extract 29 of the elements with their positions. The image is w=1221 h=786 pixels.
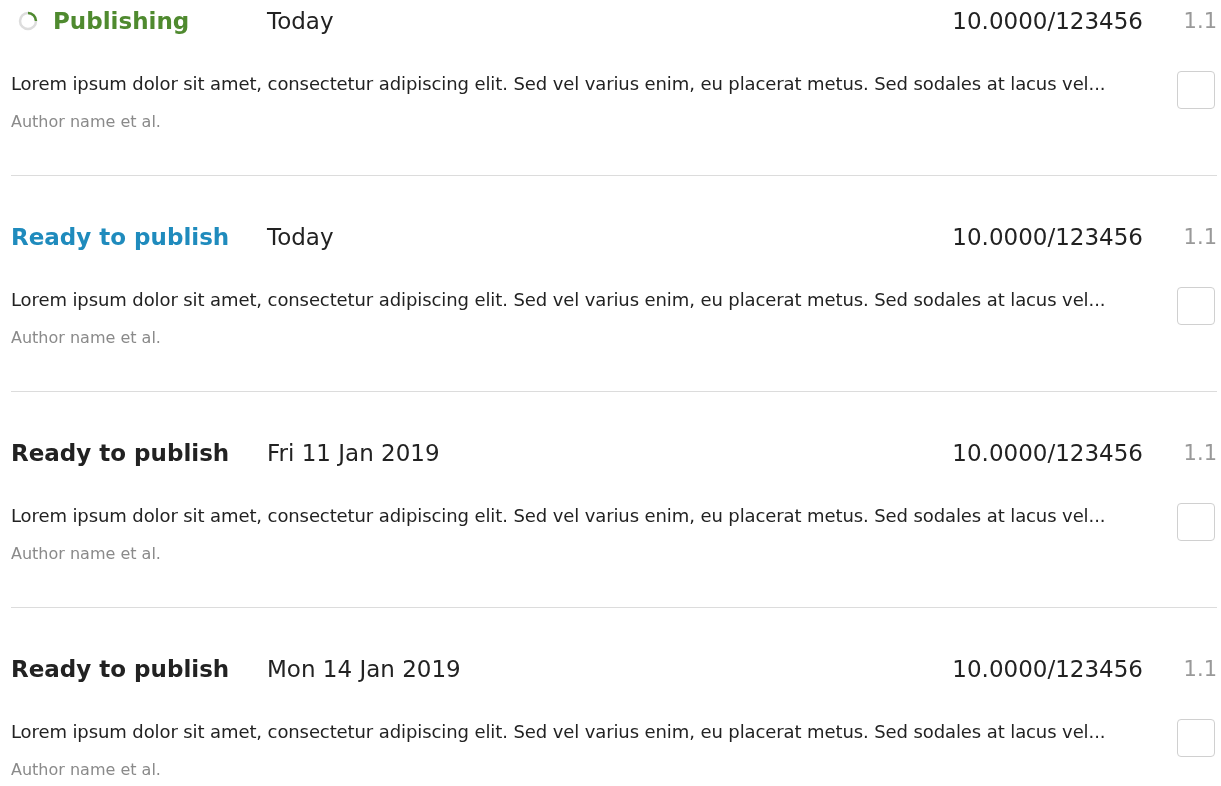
author-text: Author name et al. (11, 762, 162, 778)
checkbox[interactable] (1177, 719, 1215, 757)
spinner-icon (17, 10, 39, 32)
status-label: Publishing (11, 8, 267, 34)
checkbox[interactable] (1177, 503, 1215, 541)
date-text: Today (267, 8, 335, 34)
author-text: Author name et al. (11, 330, 162, 346)
doi-text: 10.0000/123456 (952, 8, 1143, 34)
author-text: Author name et al. (11, 546, 162, 562)
checkbox[interactable] (1177, 71, 1215, 109)
date-text: Mon 14 Jan 2019 (267, 656, 462, 682)
abstract-text: Lorem ipsum dolor sit amet, consectetur adipiscing elit. Sed vel varius enim, eu placerat metus. Sed sodales at lacus vel... (11, 505, 1106, 526)
status-label: Ready to publish (11, 656, 231, 682)
author-text: Author name et al. (11, 114, 162, 130)
doi-text: 10.0000/123456 (952, 224, 1143, 250)
version-text: 1.1 (1182, 441, 1217, 465)
version-text: 1.1 (1182, 9, 1217, 33)
doi-text: 10.0000/123456 (952, 440, 1143, 466)
doi-text: 10.0000/123456 (952, 656, 1143, 682)
status-label: Ready to publish (11, 224, 231, 250)
abstract-text: Lorem ipsum dolor sit amet, consectetur adipiscing elit. Sed vel varius enim, eu placerat metus. Sed sodales at lacus vel... (11, 721, 1106, 742)
abstract-text: Lorem ipsum dolor sit amet, consectetur adipiscing elit. Sed vel varius enim, eu placerat metus. Sed sodales at lacus vel... (11, 289, 1106, 310)
date-text: Fri 11 Jan 2019 (267, 440, 441, 466)
version-text: 1.1 (1182, 225, 1217, 249)
abstract-text: Lorem ipsum dolor sit amet, consectetur adipiscing elit. Sed vel varius enim, eu placerat metus. Sed sodales at lacus vel... (11, 73, 1106, 94)
version-text: 1.1 (1182, 657, 1217, 681)
date-text: Today (267, 224, 335, 250)
checkbox[interactable] (1177, 287, 1215, 325)
status-label: Ready to publish (11, 440, 231, 466)
